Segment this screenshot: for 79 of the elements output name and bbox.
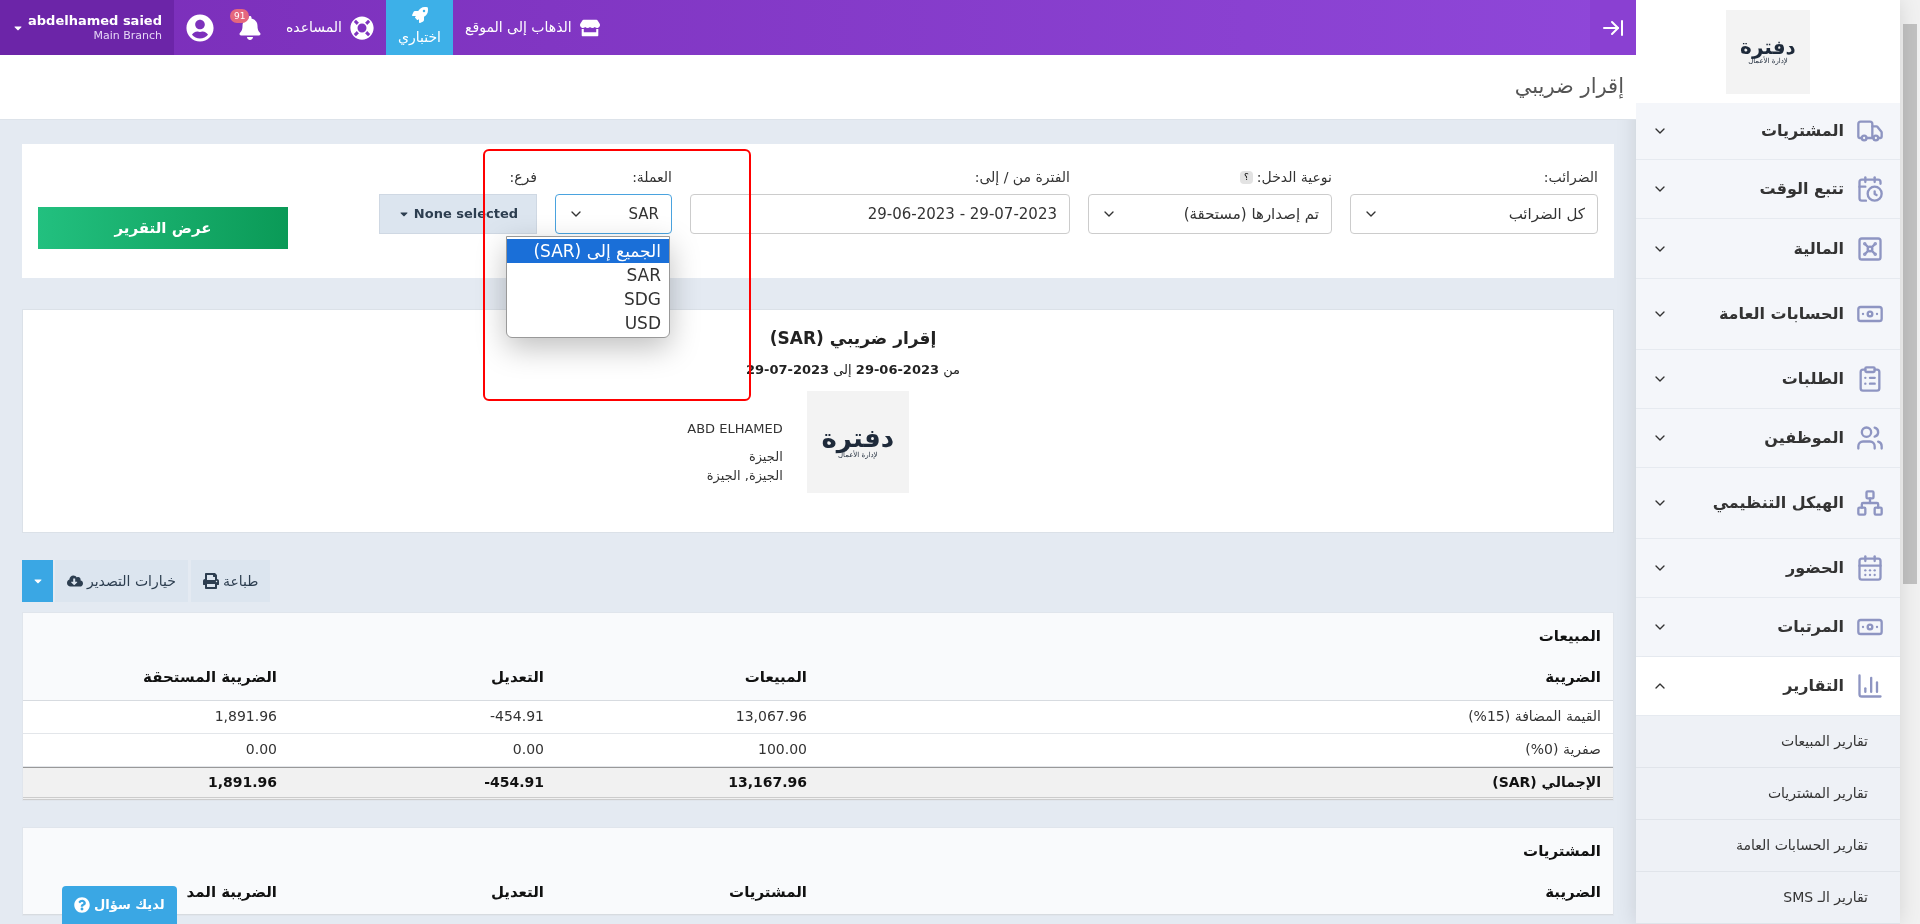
submenu-item[interactable]: تقارير الـ SMS	[1636, 872, 1900, 924]
filter-label: فرع:	[509, 167, 537, 188]
user-name: abdelhamed saied	[28, 12, 162, 29]
dropdown-option[interactable]: SDG	[507, 287, 669, 311]
branch-name: Main Branch	[93, 28, 162, 43]
export-dropdown-toggle[interactable]	[22, 560, 53, 602]
question-icon	[74, 897, 90, 913]
report-title: إقرار ضريبي (SAR)	[769, 327, 937, 351]
section-title: المشتريات	[1522, 840, 1602, 862]
lifebuoy-icon	[350, 15, 374, 40]
cloud-download-icon	[67, 573, 83, 589]
column-header: الضريبة	[1544, 881, 1602, 903]
help-badge[interactable]: ؟	[1240, 170, 1253, 184]
table-cell-text: صفرية (0%)	[1524, 740, 1602, 760]
company-address: الجيزة, الجيزة	[705, 467, 783, 486]
total-cell-text: الإجمالي (SAR)	[1491, 772, 1602, 792]
column-header: المبيعات	[743, 667, 808, 689]
menu-icon	[1856, 554, 1884, 582]
dropdown-option[interactable]: الجميع إلى (SAR)	[507, 239, 669, 263]
sidebar-item[interactable]: المشتريات	[1636, 103, 1900, 160]
total-cell-text: 1,891.96	[206, 772, 278, 792]
dropdown-option[interactable]: SAR	[507, 263, 669, 287]
menu-icon	[1856, 489, 1884, 517]
column-header: الضريبة المستحقة	[142, 667, 278, 689]
date-range-field[interactable]: 29-06-2023 - 29-07-2023	[690, 194, 1070, 234]
submenu-item[interactable]: تقارير المبيعات	[1636, 716, 1900, 768]
store-icon	[579, 17, 600, 38]
column-header: الضريبة	[1544, 667, 1602, 689]
table-cell-text: 0.00	[244, 740, 278, 759]
scrollbar[interactable]	[1900, 0, 1920, 924]
table-cell-text: 1,891.96	[213, 707, 278, 726]
menu-icon	[1856, 175, 1884, 203]
export-options-button[interactable]: خيارات التصدير	[55, 560, 188, 602]
table-cell-text: 100.00	[757, 740, 808, 759]
visit-site-link[interactable]: الذهاب إلى الموقع	[453, 0, 612, 55]
page-title: إقرار ضريبي	[1514, 73, 1624, 101]
menu-icon	[1856, 672, 1884, 700]
total-cell-text: 454.91-	[483, 772, 545, 792]
help-link[interactable]: المساعده	[273, 0, 386, 55]
submenu-item[interactable]: تقارير المشتريات	[1636, 768, 1900, 820]
sidebar-item[interactable]: تتبع الوقت	[1636, 160, 1900, 219]
currency-select[interactable]: SAR	[555, 194, 672, 234]
sidebar-item[interactable]: الطلبات	[1636, 350, 1900, 409]
sidebar-item[interactable]: التقارير	[1636, 657, 1900, 716]
table-cell-text: 454.91-	[488, 707, 545, 726]
table-cell-text: 13,067.96	[734, 707, 808, 726]
sidebar-toggle[interactable]	[1590, 0, 1636, 55]
column-header: التعديل	[489, 881, 545, 903]
notification-badge: 91	[229, 9, 250, 23]
sidebar-item[interactable]: المالية	[1636, 219, 1900, 279]
user-menu[interactable]: abdelhamed saied Main Branch	[0, 0, 174, 55]
tax-select[interactable]: كل الضرائب	[1350, 194, 1598, 234]
print-icon	[202, 573, 219, 589]
total-cell-text: 13,167.96	[727, 772, 808, 792]
section-title: المبيعات	[1537, 626, 1602, 647]
filter-label: العملة:	[632, 167, 672, 187]
company-address: الجيزة	[747, 447, 783, 466]
filter-label: الفترة من / إلى:	[974, 167, 1070, 188]
print-button[interactable]: طباعة	[190, 560, 271, 602]
column-header: الضريبة المد	[185, 881, 278, 903]
sidebar-item[interactable]: الموظفين	[1636, 409, 1900, 468]
sidebar-item[interactable]: المرتبات	[1636, 598, 1900, 657]
menu-icon	[1856, 234, 1884, 263]
submenu-item[interactable]: تقارير الحسابات العامة	[1636, 820, 1900, 872]
table-cell-text: 0.00	[511, 740, 545, 759]
company-name: ABD ELHAMED	[687, 420, 783, 438]
column-header: التعديل	[489, 667, 545, 689]
dropdown-option[interactable]: USD	[507, 311, 669, 335]
column-header: المشتريات	[728, 881, 808, 903]
filter-label: الضرائب:	[1543, 167, 1598, 187]
rocket-icon	[411, 7, 428, 23]
menu-icon	[1856, 424, 1884, 452]
sidebar-item[interactable]: الحسابات العامة	[1636, 279, 1900, 350]
sidebar-item[interactable]: الحضور	[1636, 539, 1900, 598]
sidebar-item[interactable]: الهيكل التنظيمي	[1636, 468, 1900, 539]
logo-name: دفترة	[1740, 37, 1796, 58]
income-type-select[interactable]: تم إصدارها (مستحقة)	[1088, 194, 1332, 234]
filter-label: نوعية الدخل:	[1256, 167, 1332, 188]
table-cell-text: القيمة المضافة (15%)	[1467, 707, 1602, 726]
